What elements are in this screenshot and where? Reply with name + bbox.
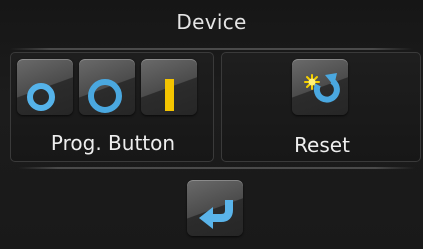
bar-tile <box>141 59 197 115</box>
bottom-divider <box>18 167 415 169</box>
prog-button-panel[interactable]: Prog. Button <box>10 52 214 162</box>
reset-tile <box>292 59 348 115</box>
prog-button-label: Prog. Button <box>50 131 176 155</box>
page-title: Device <box>176 10 247 34</box>
back-arrow-icon <box>199 200 233 229</box>
device-screen: Device Prog. Button Reset <box>0 0 423 249</box>
ring-on-tile <box>79 59 135 115</box>
top-divider <box>10 48 413 50</box>
bar-indicator-icon <box>165 79 174 111</box>
back-button[interactable] <box>187 180 243 236</box>
reset-panel[interactable]: Reset <box>221 52 421 162</box>
ring-off-tile <box>17 59 73 115</box>
reset-label: Reset <box>294 133 350 157</box>
ring-on-icon <box>88 79 122 113</box>
ring-off-icon <box>27 83 55 111</box>
reset-sun-arrow-icon <box>304 73 340 103</box>
